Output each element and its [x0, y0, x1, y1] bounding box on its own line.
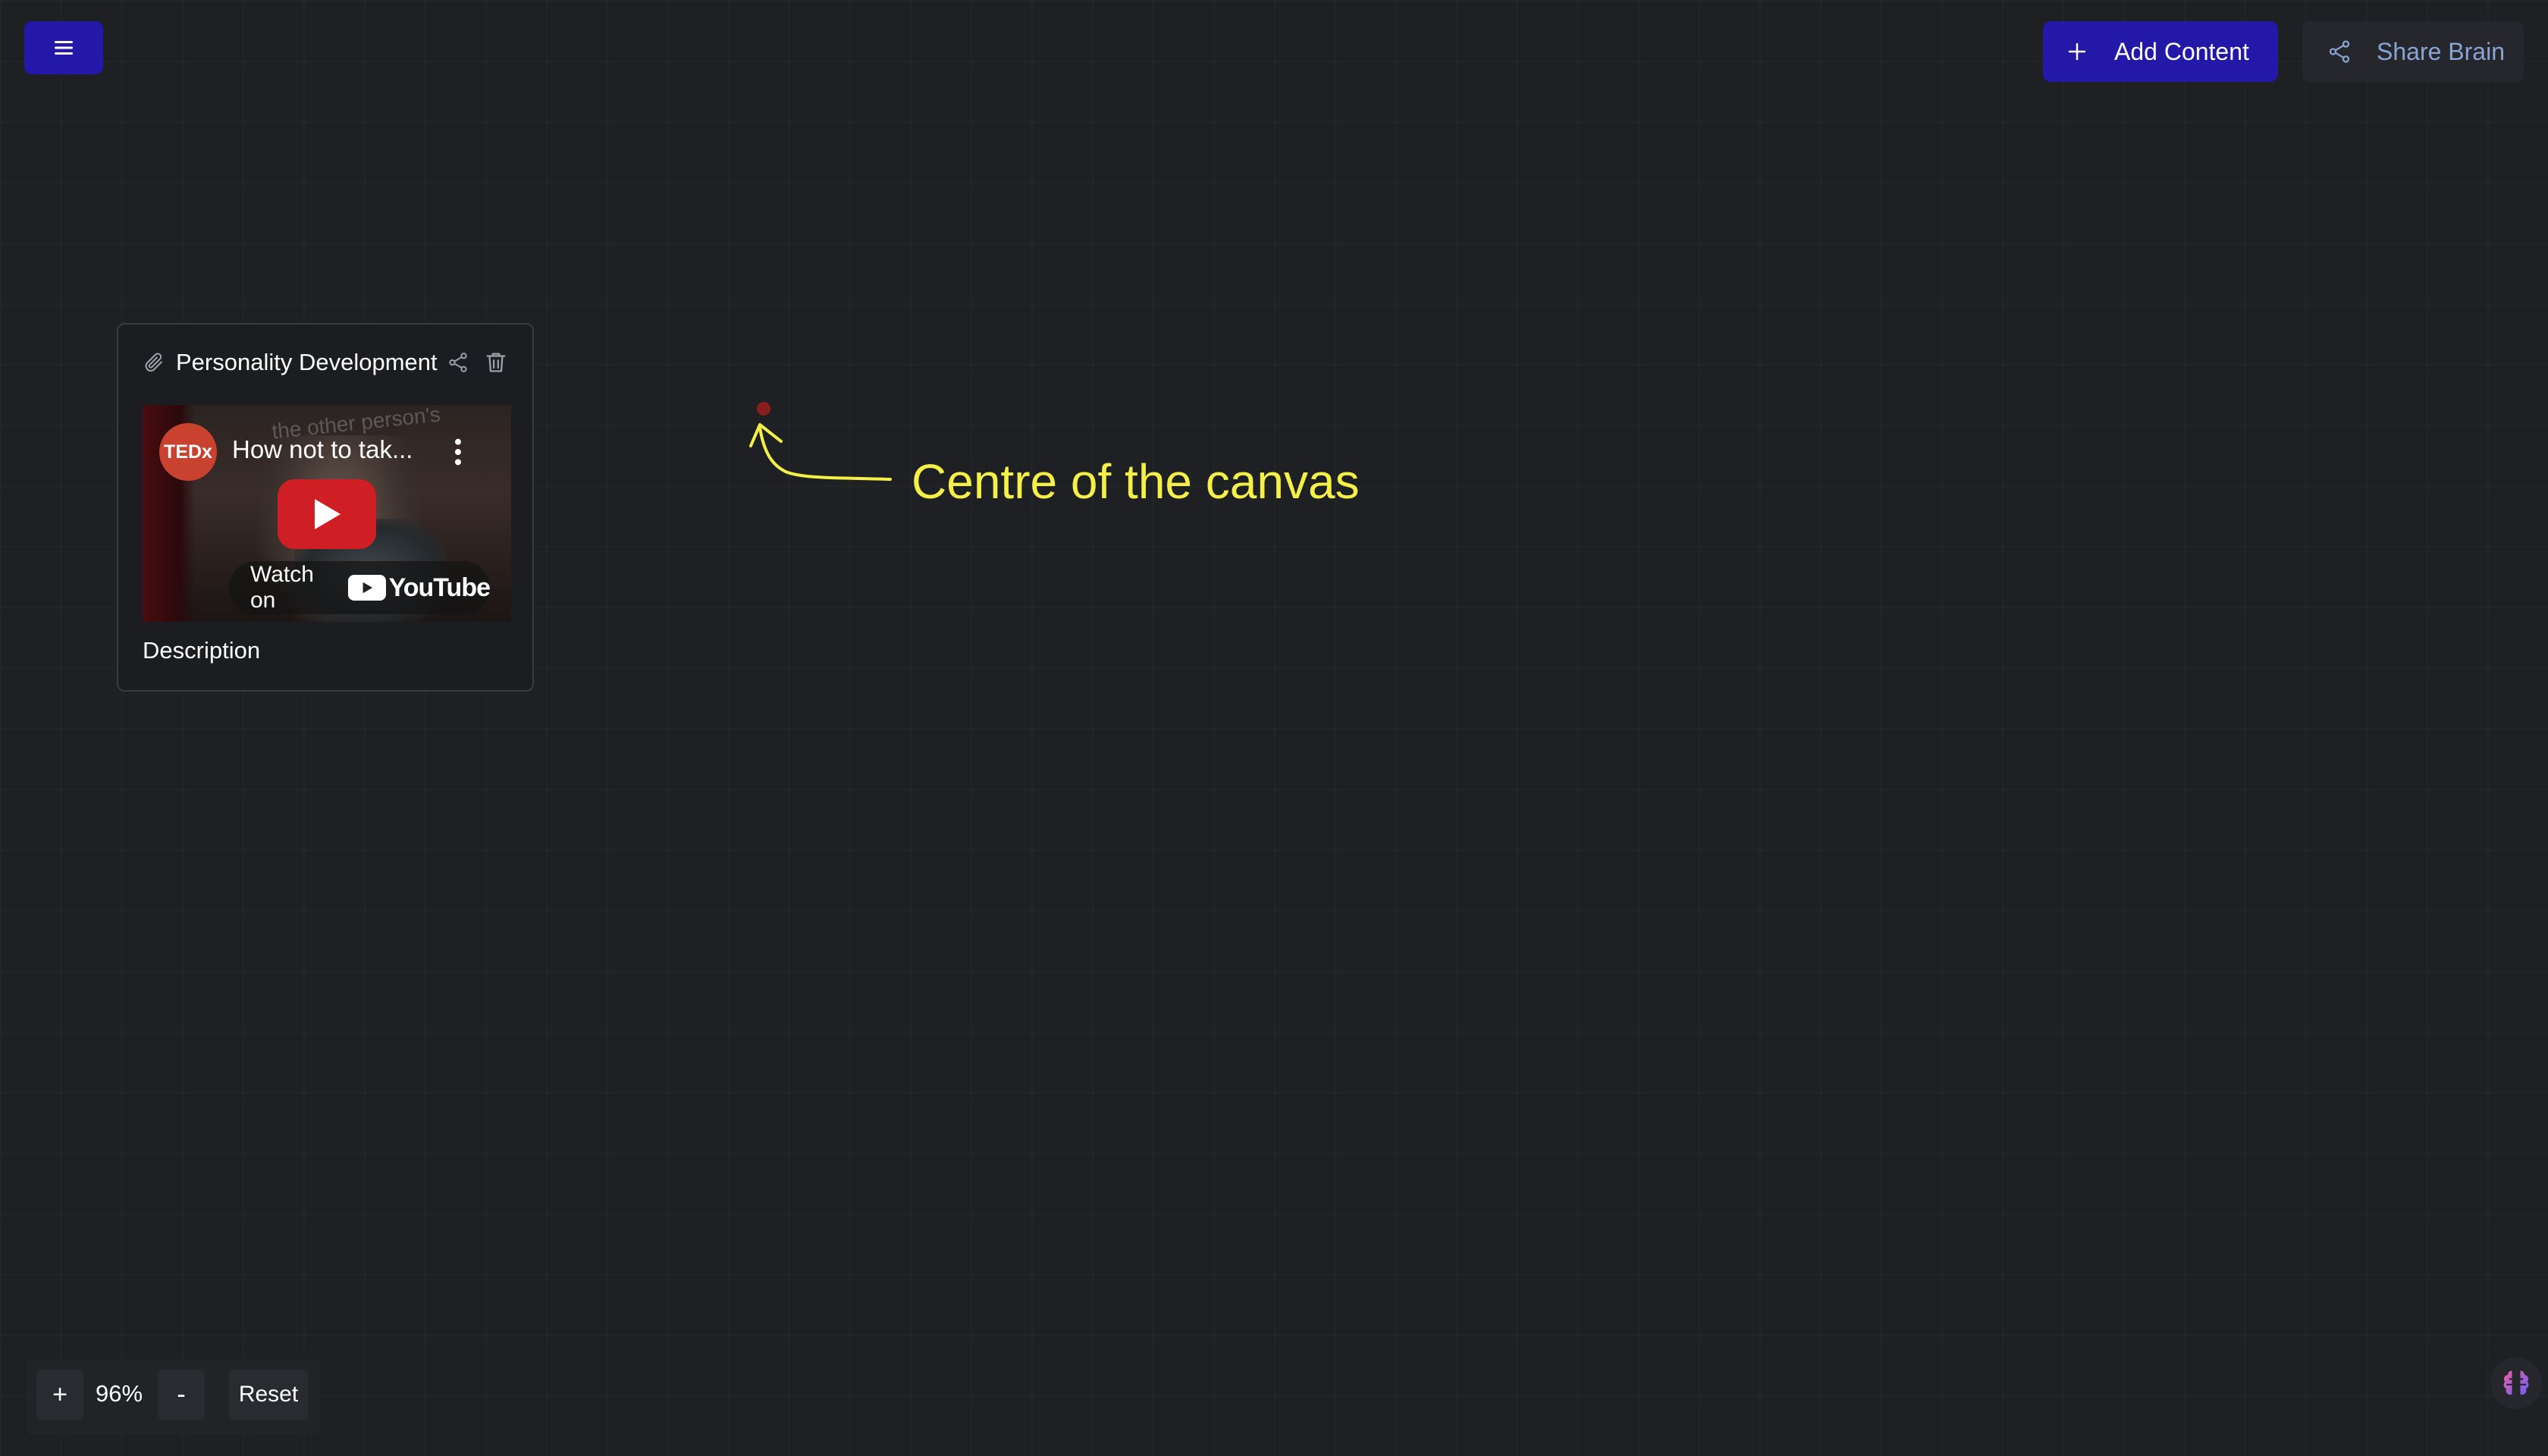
- brain-button[interactable]: [2490, 1357, 2542, 1409]
- play-button[interactable]: [278, 479, 376, 549]
- share-brain-label: Share Brain: [2377, 37, 2505, 65]
- watch-on-youtube-button[interactable]: Watch on YouTube: [229, 561, 491, 614]
- share-icon: [2329, 40, 2350, 63]
- youtube-wordmark: YouTube: [388, 573, 491, 602]
- hamburger-menu-icon: [55, 41, 73, 55]
- watch-on-label: Watch on: [250, 562, 314, 613]
- share-brain-button[interactable]: Share Brain: [2302, 21, 2524, 82]
- zoom-in-button[interactable]: +: [36, 1370, 83, 1420]
- canvas-center-marker: [757, 402, 770, 416]
- video-title[interactable]: How not to tak...: [232, 435, 413, 464]
- annotation-arrow-icon: [749, 423, 892, 481]
- paperclip-icon: [145, 353, 162, 372]
- menu-button[interactable]: [24, 21, 103, 74]
- play-icon: [315, 499, 340, 529]
- trash-icon[interactable]: [483, 350, 509, 375]
- youtube-logo: YouTube: [347, 573, 491, 603]
- card-description: Description: [143, 637, 261, 664]
- add-content-button[interactable]: Add Content: [2043, 21, 2278, 82]
- canvas-center-annotation: Centre of the canvas: [912, 454, 1360, 509]
- brain-icon: [2503, 1370, 2529, 1395]
- youtube-play-icon: [347, 575, 386, 601]
- youtube-embed[interactable]: the other person's TEDx How not to tak..…: [143, 405, 511, 622]
- plus-icon: [2068, 42, 2086, 61]
- zoom-level: 96%: [96, 1380, 143, 1407]
- brain-canvas[interactable]: [0, 0, 2548, 1456]
- zoom-out-button[interactable]: -: [158, 1370, 205, 1420]
- channel-badge: TEDx: [164, 441, 212, 463]
- channel-avatar[interactable]: TEDx: [159, 423, 217, 481]
- add-content-label: Add Content: [2114, 37, 2249, 65]
- content-card[interactable]: Personality Development the other person…: [117, 323, 534, 692]
- reset-zoom-button[interactable]: Reset: [229, 1370, 308, 1420]
- more-options-icon[interactable]: [453, 437, 463, 467]
- zoom-controls: + 96% - Reset: [26, 1359, 320, 1435]
- card-title: Personality Development: [176, 349, 438, 375]
- card-header: Personality Development: [143, 347, 514, 378]
- card-share-icon[interactable]: [447, 351, 469, 374]
